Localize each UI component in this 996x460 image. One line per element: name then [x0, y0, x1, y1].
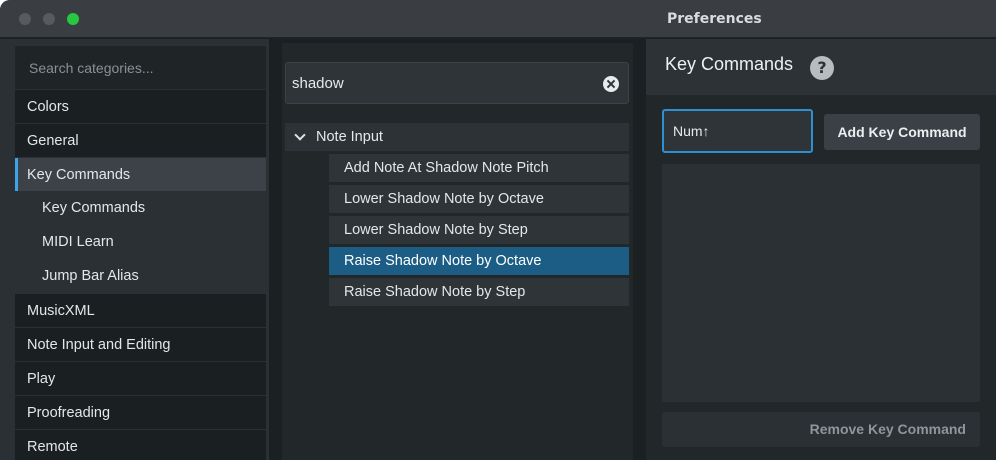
key-commands-header: Key Commands ? [646, 39, 996, 95]
categories-pane: Search categories... Colors General Key … [0, 39, 269, 460]
command-add-note-at-shadow-note-pitch[interactable]: Add Note At Shadow Note Pitch [329, 154, 629, 182]
zoom-window-button[interactable] [67, 13, 79, 25]
category-colors[interactable]: Colors [15, 89, 266, 123]
command-lower-shadow-note-by-octave[interactable]: Lower Shadow Note by Octave [329, 185, 629, 213]
filter-text: shadow [292, 75, 344, 92]
commands-tree: Note Input Add Note At Shadow Note Pitch… [285, 123, 629, 306]
close-window-button[interactable] [19, 13, 31, 25]
categories-list: Colors General Key Commands Key Commands… [15, 89, 266, 460]
search-categories-input[interactable]: Search categories... [15, 46, 266, 90]
commands-pane: shadow Note Input Add Note At Shadow Not… [269, 39, 645, 460]
category-proofreading[interactable]: Proofreading [15, 395, 266, 429]
subcategory-jump-bar-alias[interactable]: Jump Bar Alias [15, 259, 266, 293]
key-commands-title: Key Commands [665, 54, 794, 74]
tree-group-note-input[interactable]: Note Input [285, 123, 629, 151]
window-title: Preferences [667, 11, 762, 27]
key-commands-pane: Key Commands ? Num↑ Add Key Command Remo… [646, 39, 996, 460]
tree-group-label: Note Input [316, 129, 383, 145]
commands-panel: shadow Note Input Add Note At Shadow Not… [282, 43, 633, 460]
category-note-input-and-editing[interactable]: Note Input and Editing [15, 327, 266, 361]
category-general[interactable]: General [15, 123, 266, 157]
key-command-field[interactable]: Num↑ [662, 109, 813, 153]
category-musicxml[interactable]: MusicXML [15, 293, 266, 327]
command-raise-shadow-note-by-step[interactable]: Raise Shadow Note by Step [329, 278, 629, 306]
minimize-window-button[interactable] [43, 13, 55, 25]
assigned-key-commands-list[interactable] [662, 164, 980, 402]
add-key-command-button[interactable]: Add Key Command [824, 114, 980, 150]
preferences-window: Preferences Search categories... Colors … [0, 0, 996, 460]
title-bar: Preferences [0, 0, 996, 38]
category-play[interactable]: Play [15, 361, 266, 395]
help-icon[interactable]: ? [810, 56, 834, 80]
category-key-commands[interactable]: Key Commands [15, 157, 266, 191]
subcategory-midi-learn[interactable]: MIDI Learn [15, 225, 266, 259]
remove-key-command-button[interactable]: Remove Key Command [662, 412, 980, 447]
command-raise-shadow-note-by-octave[interactable]: Raise Shadow Note by Octave [329, 247, 629, 275]
command-lower-shadow-note-by-step[interactable]: Lower Shadow Note by Step [329, 216, 629, 244]
command-filter-input[interactable]: shadow [285, 62, 629, 104]
chevron-down-icon[interactable] [294, 129, 306, 141]
category-remote[interactable]: Remote [15, 429, 266, 460]
subcategory-key-commands[interactable]: Key Commands [15, 191, 266, 225]
clear-icon[interactable] [603, 76, 619, 92]
